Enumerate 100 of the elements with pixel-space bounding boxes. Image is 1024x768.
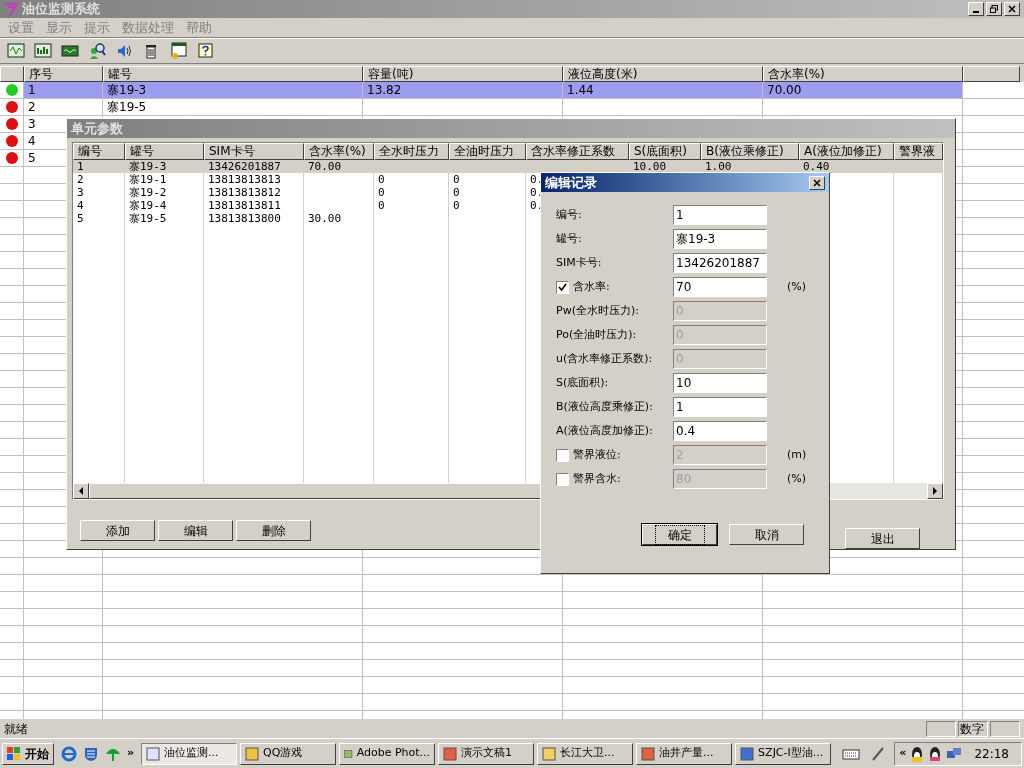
table-cell: 13813813800 — [208, 212, 281, 225]
close-icon — [813, 178, 821, 187]
taskbar-button[interactable]: QQ游戏 — [240, 742, 337, 765]
unit-label: (%) — [787, 278, 807, 295]
table-cell: 寨19-2 — [129, 186, 167, 199]
table-cell: 13813813812 — [208, 186, 281, 199]
column-header[interactable]: A(液位加修正) — [799, 143, 894, 160]
taskbar-button[interactable]: SZJC-I型油... — [735, 742, 832, 765]
input-field[interactable]: 10 — [673, 373, 767, 393]
column-header[interactable]: B(液位乘修正) — [701, 143, 799, 160]
table-cell: 10.00 — [633, 160, 667, 173]
table-cell: 1 — [28, 83, 36, 97]
field-label: 罐号: — [556, 230, 582, 247]
table-cell: 0. — [530, 186, 544, 199]
table-cell: 13426201887 — [208, 160, 281, 173]
table-row[interactable]: 1 寨19-3 13426201887 70.00 10.00 1.00 0.40 — [73, 160, 943, 173]
keyboard-icon[interactable] — [842, 746, 861, 761]
table-cell: 2 — [28, 100, 36, 114]
column-header[interactable]: SIM卡号 — [204, 143, 304, 160]
table-cell: 30.00 — [308, 212, 342, 225]
dialog-button[interactable]: 添加 — [80, 520, 155, 541]
field-label: Po(全油时压力): — [556, 326, 637, 343]
table-cell: 0 — [453, 186, 460, 199]
table-cell: 2 — [77, 173, 84, 186]
restore-button[interactable] — [986, 2, 1002, 16]
column-header[interactable]: 全油时压力 — [449, 143, 526, 160]
table-cell: 13813813811 — [208, 199, 281, 212]
table-cell: 寨19-4 — [129, 199, 167, 212]
app-icon — [146, 746, 161, 761]
windows-logo-icon — [7, 746, 21, 761]
window-key-icon — [169, 42, 187, 60]
penguin-icon[interactable] — [910, 745, 925, 762]
table-row[interactable]: 1 寨19-3 13.82 1.44 70.00 — [24, 82, 963, 98]
column-header[interactable]: 罐号 — [103, 66, 363, 82]
column-header[interactable]: 含水率(%) — [304, 143, 374, 160]
table-cell: 5 — [77, 212, 84, 225]
unit-label: (%) — [787, 470, 807, 487]
column-header[interactable]: 容量(吨) — [363, 66, 563, 82]
scroll-right-icon — [932, 487, 938, 495]
column-header[interactable]: 含水率(%) — [763, 66, 963, 82]
table-cell: 70.00 — [767, 83, 802, 97]
taskbar-button[interactable]: 油位监测... — [141, 742, 238, 765]
status-text: 就绪 — [4, 720, 29, 738]
more-chevron[interactable]: » — [127, 745, 135, 762]
dialog-button[interactable]: 退出 — [845, 528, 920, 549]
dialog-button[interactable]: 删除 — [236, 520, 311, 541]
tray-expand[interactable]: « — [899, 745, 907, 762]
input-field[interactable]: 1 — [673, 397, 767, 417]
window-title: 油位监测系统 — [22, 0, 100, 19]
pen-icon[interactable] — [871, 745, 886, 762]
minimize-button[interactable] — [968, 2, 984, 16]
column-header[interactable]: 液位高度(米) — [563, 66, 763, 82]
table-cell: 0 — [378, 173, 385, 186]
status-pane — [926, 720, 956, 737]
column-header[interactable]: 含水率修正系数 — [526, 143, 629, 160]
check-icon — [558, 282, 567, 292]
field-label: 含水率: — [573, 278, 610, 295]
column-header[interactable]: 编号 — [73, 143, 125, 160]
close-icon — [1008, 5, 1016, 13]
status-pane — [990, 720, 1020, 737]
browser-icon[interactable] — [61, 745, 77, 762]
close-button[interactable] — [1004, 2, 1020, 16]
column-header[interactable]: 序号 — [24, 66, 103, 82]
column-header[interactable]: 罐号 — [125, 143, 204, 160]
column-header[interactable]: S(底面积) — [629, 143, 701, 160]
waveform-chart-icon — [7, 42, 25, 60]
taskbar-button[interactable]: 油井产量... — [636, 742, 733, 765]
shield-icon[interactable] — [83, 745, 99, 762]
column-header[interactable]: 全水时压力 — [374, 143, 449, 160]
input-field[interactable]: 1 — [673, 205, 767, 225]
dialog-button[interactable]: 取消 — [729, 524, 804, 545]
taskbar-button[interactable]: 演示文稿1 — [438, 742, 535, 765]
column-header[interactable]: 警界液 — [894, 143, 943, 160]
app-icon — [542, 746, 557, 761]
input-field[interactable]: 寨19-3 — [673, 229, 767, 249]
bar-meter-icon — [34, 42, 52, 60]
table-cell: 1.00 — [705, 160, 732, 173]
table-cell: 13.82 — [367, 83, 402, 97]
table-cell: 寨19-5 — [107, 100, 147, 114]
close-button[interactable] — [809, 175, 825, 190]
checkbox[interactable] — [556, 280, 569, 294]
table-cell: 70.00 — [308, 160, 342, 173]
user-search-icon — [88, 42, 106, 60]
table-cell: 0 — [378, 199, 385, 212]
start-button[interactable]: 开始 — [2, 742, 54, 765]
input-field[interactable]: 0.4 — [673, 421, 767, 441]
field-label: 警界含水: — [573, 470, 621, 487]
penguin-icon[interactable] — [928, 745, 943, 762]
table-cell: 4 — [77, 199, 84, 212]
input-field[interactable]: 70 — [673, 277, 767, 297]
input-field[interactable]: 13426201887 — [673, 253, 767, 273]
dialog-button[interactable]: 确定 — [642, 524, 717, 545]
table-cell: 0 — [453, 173, 460, 186]
dialog-button[interactable]: 编辑 — [158, 520, 233, 541]
table-cell: 寨19-1 — [129, 173, 167, 186]
table-cell: 寨19-3 — [107, 83, 147, 97]
table-cell: 0.40 — [803, 160, 830, 173]
taskbar-button[interactable]: Adobe Phot... — [339, 742, 436, 765]
taskbar-button[interactable]: 长江大卫... — [537, 742, 634, 765]
table-cell: 1.44 — [567, 83, 594, 97]
